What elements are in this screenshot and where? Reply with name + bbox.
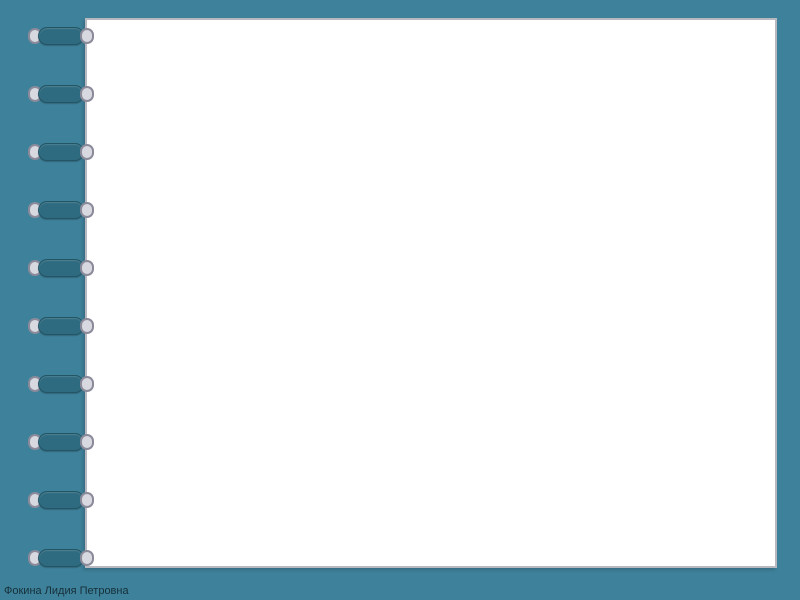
ring-hole-icon [80,434,94,450]
ring-tab-icon [38,433,84,451]
spiral-ring [30,316,92,336]
spiral-ring [30,258,92,278]
spiral-ring [30,432,92,452]
ring-hole-icon [80,318,94,334]
ring-tab-icon [38,317,84,335]
ring-hole-icon [80,376,94,392]
spiral-ring [30,374,92,394]
ring-hole-icon [80,86,94,102]
ring-tab-icon [38,259,84,277]
spiral-ring [30,26,92,46]
ring-tab-icon [38,27,84,45]
spiral-ring [30,548,92,568]
author-credit: Фокина Лидия Петровна [4,585,129,597]
spiral-ring [30,84,92,104]
ring-tab-icon [38,375,84,393]
ring-hole-icon [80,202,94,218]
ring-hole-icon [80,28,94,44]
spiral-binding [30,18,92,568]
spiral-ring [30,142,92,162]
ring-hole-icon [80,550,94,566]
ring-tab-icon [38,143,84,161]
ring-tab-icon [38,201,84,219]
ring-tab-icon [38,549,84,567]
spiral-ring [30,200,92,220]
ring-tab-icon [38,491,84,509]
notebook-page [85,18,777,568]
ring-hole-icon [80,144,94,160]
ring-hole-icon [80,260,94,276]
ring-hole-icon [80,492,94,508]
ring-tab-icon [38,85,84,103]
spiral-ring [30,490,92,510]
